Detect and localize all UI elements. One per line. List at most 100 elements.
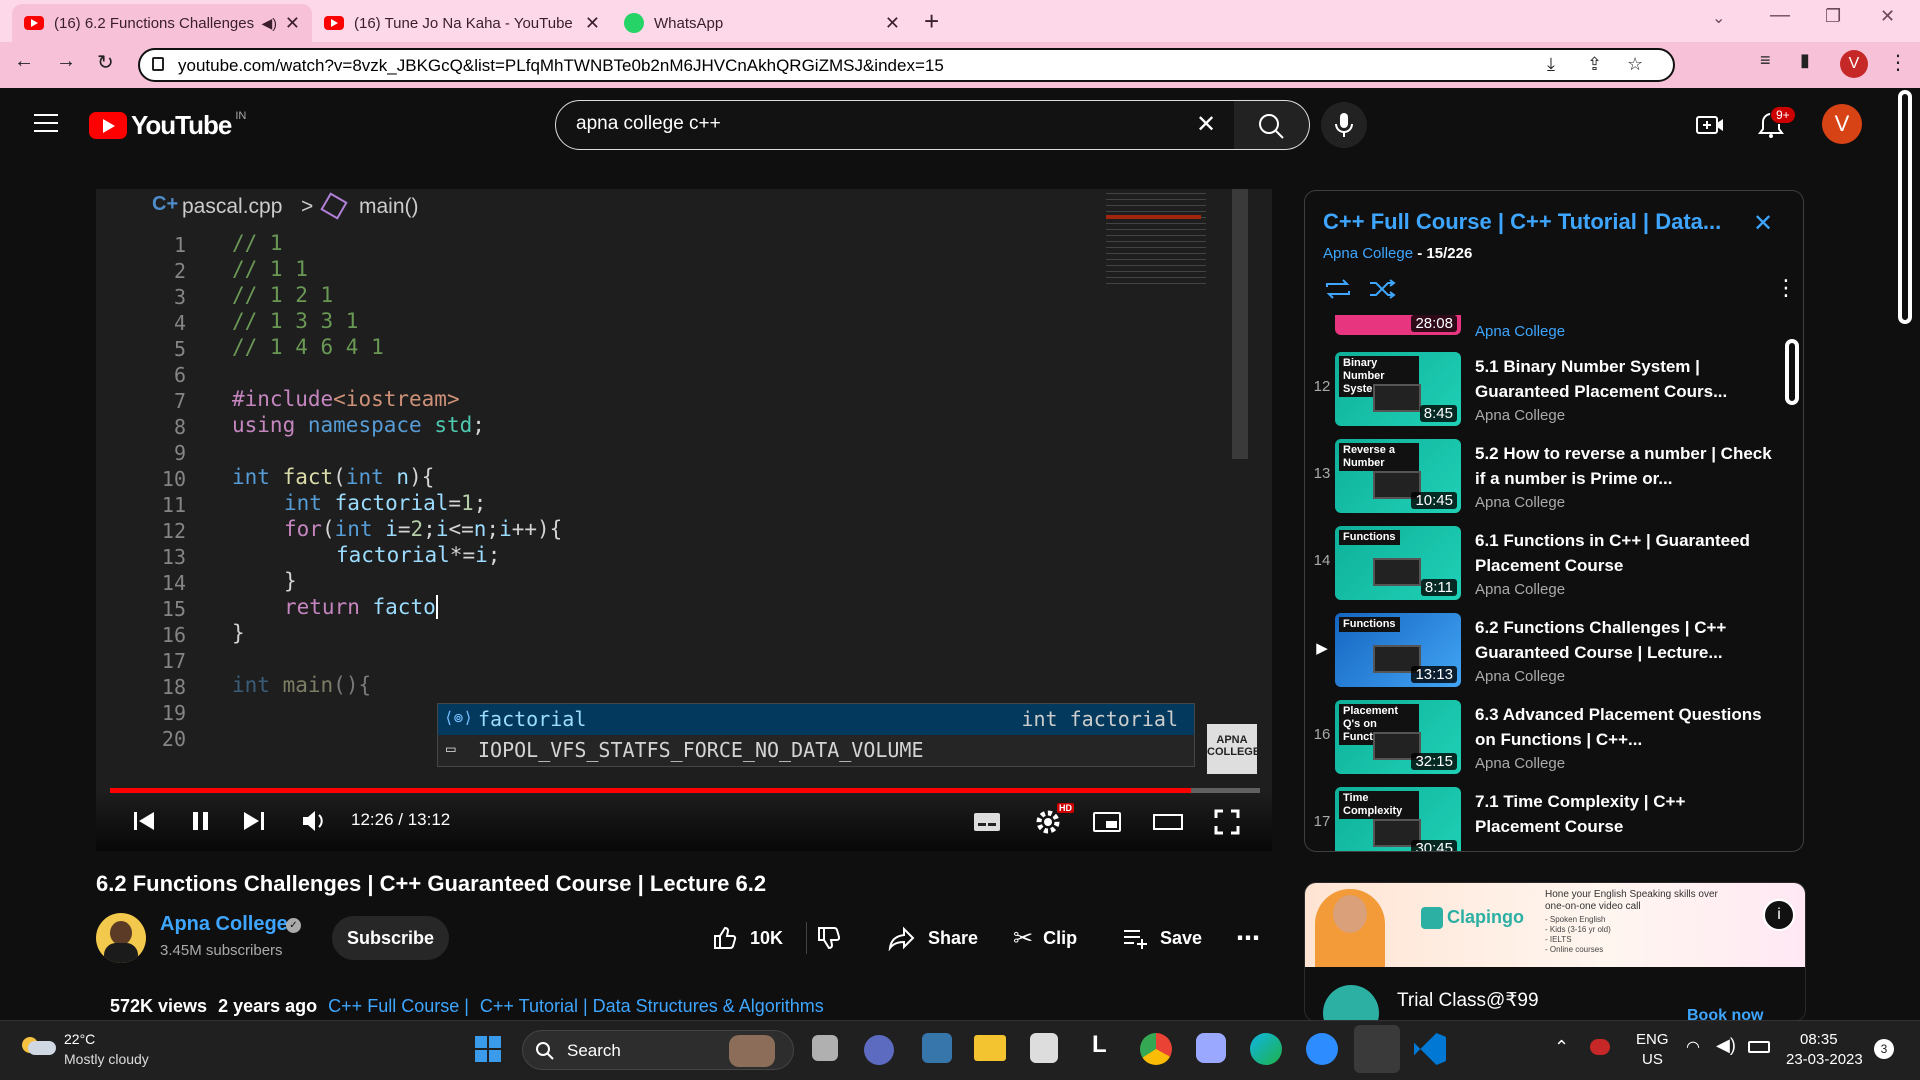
video-thumbnail[interactable]: Binary Number System 8:45 — [1335, 352, 1461, 426]
item-channel[interactable]: Apna College — [1475, 323, 1565, 340]
miniplayer-icon[interactable] — [1092, 810, 1122, 834]
clip-button[interactable]: ✂ Clip — [1013, 916, 1077, 960]
item-channel[interactable]: Apna College — [1475, 581, 1565, 598]
ad-banner[interactable]: Clapingo Hone your English Speaking skil… — [1305, 883, 1805, 967]
clock-time[interactable]: 08:35 — [1800, 1031, 1838, 1048]
dislike-button[interactable] — [816, 916, 842, 960]
item-channel[interactable]: Apna College — [1475, 494, 1565, 511]
partial-thumbnail[interactable]: 28:08 — [1335, 315, 1461, 335]
subtitles-icon[interactable] — [972, 810, 1002, 834]
item-channel[interactable]: Apna College — [1475, 755, 1565, 772]
tab-tune-jo-na-kaha[interactable]: (16) Tune Jo Na Kaha - YouTube ✕ — [312, 4, 612, 42]
share-icon[interactable]: ⇪ — [1587, 54, 1602, 75]
course-link[interactable]: C++ Full Course | — [328, 996, 469, 1016]
playlist-item[interactable]: ▶ Functions 13:13 6.2 Functions Challenges … — [1305, 613, 1803, 693]
teams-chat-icon[interactable] — [864, 1035, 894, 1065]
like-button[interactable]: 10K — [712, 916, 783, 960]
python-icon[interactable] — [922, 1033, 952, 1063]
file-explorer-icon[interactable] — [974, 1035, 1006, 1061]
edge-icon[interactable] — [1250, 1033, 1282, 1065]
ad-info-icon[interactable]: i — [1763, 899, 1795, 931]
tray-overflow-icon[interactable]: ⌃ — [1554, 1037, 1569, 1058]
loop-icon[interactable] — [1323, 277, 1353, 301]
close-window-button[interactable]: ✕ — [1880, 6, 1895, 27]
profile-avatar[interactable]: V — [1840, 50, 1868, 78]
next-icon[interactable] — [242, 810, 266, 832]
suggestion-item[interactable]: ▭ IOPOL_VFS_STATFS_FORCE_NO_DATA_VOLUME — [438, 735, 1194, 766]
zoom-icon[interactable] — [1306, 1033, 1338, 1065]
task-view-icon[interactable] — [812, 1035, 838, 1061]
forward-icon[interactable]: → — [56, 50, 76, 73]
item-channel[interactable]: Apna College — [1475, 407, 1565, 424]
restore-button[interactable]: ❐ — [1825, 6, 1841, 27]
tray-app-icon[interactable] — [1590, 1039, 1610, 1055]
new-tab-button[interactable]: + — [924, 6, 939, 37]
weather-cloud-icon[interactable] — [22, 1033, 56, 1055]
side-panel-icon[interactable]: ▮ — [1800, 50, 1810, 71]
vscode-icon[interactable] — [1414, 1033, 1446, 1065]
playlist-item[interactable]: 13 Reverse a Number 10:45 5.2 How to revers… — [1305, 439, 1803, 519]
playlist-scrollbar-thumb[interactable] — [1785, 339, 1799, 405]
subscribe-button[interactable]: Subscribe — [332, 916, 449, 960]
playlist-item[interactable]: 17 Time Complexity 30:45 7.1 Time Complexit… — [1305, 787, 1803, 851]
item-title[interactable]: 6.2 Functions Challenges | C++ Guarantee… — [1475, 615, 1775, 665]
fullscreen-icon[interactable] — [1213, 808, 1241, 836]
search-button[interactable] — [1234, 100, 1310, 150]
playlist-item[interactable]: 16 Placement Q's on Functions 32:15 6.3 Adv… — [1305, 700, 1803, 780]
video-thumbnail[interactable]: Functions 8:11 — [1335, 526, 1461, 600]
search-box[interactable]: apna college c++ ✕ — [555, 100, 1235, 150]
volume-icon[interactable] — [300, 808, 328, 834]
video-thumbnail[interactable]: Reverse a Number 10:45 — [1335, 439, 1461, 513]
l-app-icon[interactable]: L — [1092, 1031, 1107, 1059]
tab-search-icon[interactable]: ⌄ — [1712, 8, 1725, 28]
tab-functions-challenges[interactable]: (16) 6.2 Functions Challenges ◀) ✕ — [12, 4, 312, 42]
hamburger-menu-icon[interactable] — [34, 114, 58, 132]
save-button[interactable]: Save — [1122, 916, 1202, 960]
reload-icon[interactable]: ↻ — [97, 50, 114, 75]
playlist-channel[interactable]: Apna College — [1323, 245, 1413, 262]
item-title[interactable]: 5.1 Binary Number System | Guaranteed Pl… — [1475, 354, 1775, 404]
address-bar[interactable]: youtube.com/watch?v=8vzk_JBKGcQ&list=PLf… — [138, 48, 1675, 82]
item-title[interactable]: 6.3 Advanced Placement Questions on Func… — [1475, 702, 1775, 752]
voice-search-button[interactable] — [1321, 102, 1367, 148]
theater-mode-icon[interactable] — [1152, 810, 1184, 834]
region-code-tray[interactable]: US — [1642, 1051, 1663, 1068]
ad-card[interactable]: Clapingo Hone your English Speaking skil… — [1304, 882, 1806, 1022]
media-queue-icon[interactable]: ≡ — [1760, 50, 1771, 71]
video-thumbnail[interactable]: Time Complexity 30:45 — [1335, 787, 1461, 851]
speaker-volume-icon[interactable]: ◀) — [1716, 1035, 1736, 1056]
windows-start-icon[interactable] — [474, 1035, 502, 1063]
channel-avatar[interactable] — [96, 913, 146, 963]
suggestion-item[interactable]: ⟨⊚⟩ factorial int factorial — [438, 704, 1194, 735]
item-title[interactable]: 5.2 How to reverse a number | Check if a… — [1475, 441, 1775, 491]
snipping-tool-icon[interactable] — [1354, 1025, 1400, 1073]
more-actions-icon[interactable]: ⋯ — [1236, 916, 1260, 960]
share-button[interactable]: Share — [888, 916, 978, 960]
menu-dots-icon[interactable]: ⋮ — [1888, 50, 1908, 75]
course-link[interactable]: C++ Tutorial | Data Structures & Algorit… — [480, 996, 824, 1016]
item-title[interactable]: 6.1 Functions in C++ | Guaranteed Placem… — [1475, 528, 1775, 578]
clear-search-icon[interactable]: ✕ — [1196, 110, 1216, 139]
install-icon[interactable]: ⤓ — [1547, 54, 1555, 75]
video-thumbnail[interactable]: Placement Q's on Functions 32:15 — [1335, 700, 1461, 774]
back-icon[interactable]: ← — [14, 50, 34, 73]
playlist-more-icon[interactable]: ⋮ — [1775, 275, 1797, 301]
video-thumbnail[interactable]: Functions 13:13 — [1335, 613, 1461, 687]
speaker-icon[interactable]: ◀) — [261, 15, 276, 32]
account-avatar[interactable]: V — [1822, 104, 1862, 144]
page-scrollbar-thumb[interactable] — [1898, 90, 1912, 324]
search-input[interactable]: apna college c++ — [576, 113, 721, 135]
pause-icon[interactable] — [190, 810, 212, 832]
battery-icon[interactable] — [1748, 1041, 1770, 1053]
close-playlist-icon[interactable]: ✕ — [1753, 209, 1773, 238]
notification-count-badge[interactable]: 3 — [1874, 1039, 1894, 1059]
playlist-title[interactable]: C++ Full Course | C++ Tutorial | Data... — [1323, 209, 1743, 235]
channel-name[interactable]: Apna College — [160, 913, 288, 936]
item-channel[interactable]: Apna College — [1475, 668, 1565, 685]
youtube-logo[interactable]: YouTube IN — [89, 110, 246, 141]
playlist-item[interactable]: 14 Functions 8:11 6.1 Functions in C++ | Gu… — [1305, 526, 1803, 606]
minimize-button[interactable]: — — [1770, 4, 1790, 27]
bookmark-star-icon[interactable]: ☆ — [1627, 54, 1643, 75]
cortana-icon[interactable] — [1196, 1033, 1226, 1063]
clock-date[interactable]: 23-03-2023 — [1786, 1051, 1863, 1068]
